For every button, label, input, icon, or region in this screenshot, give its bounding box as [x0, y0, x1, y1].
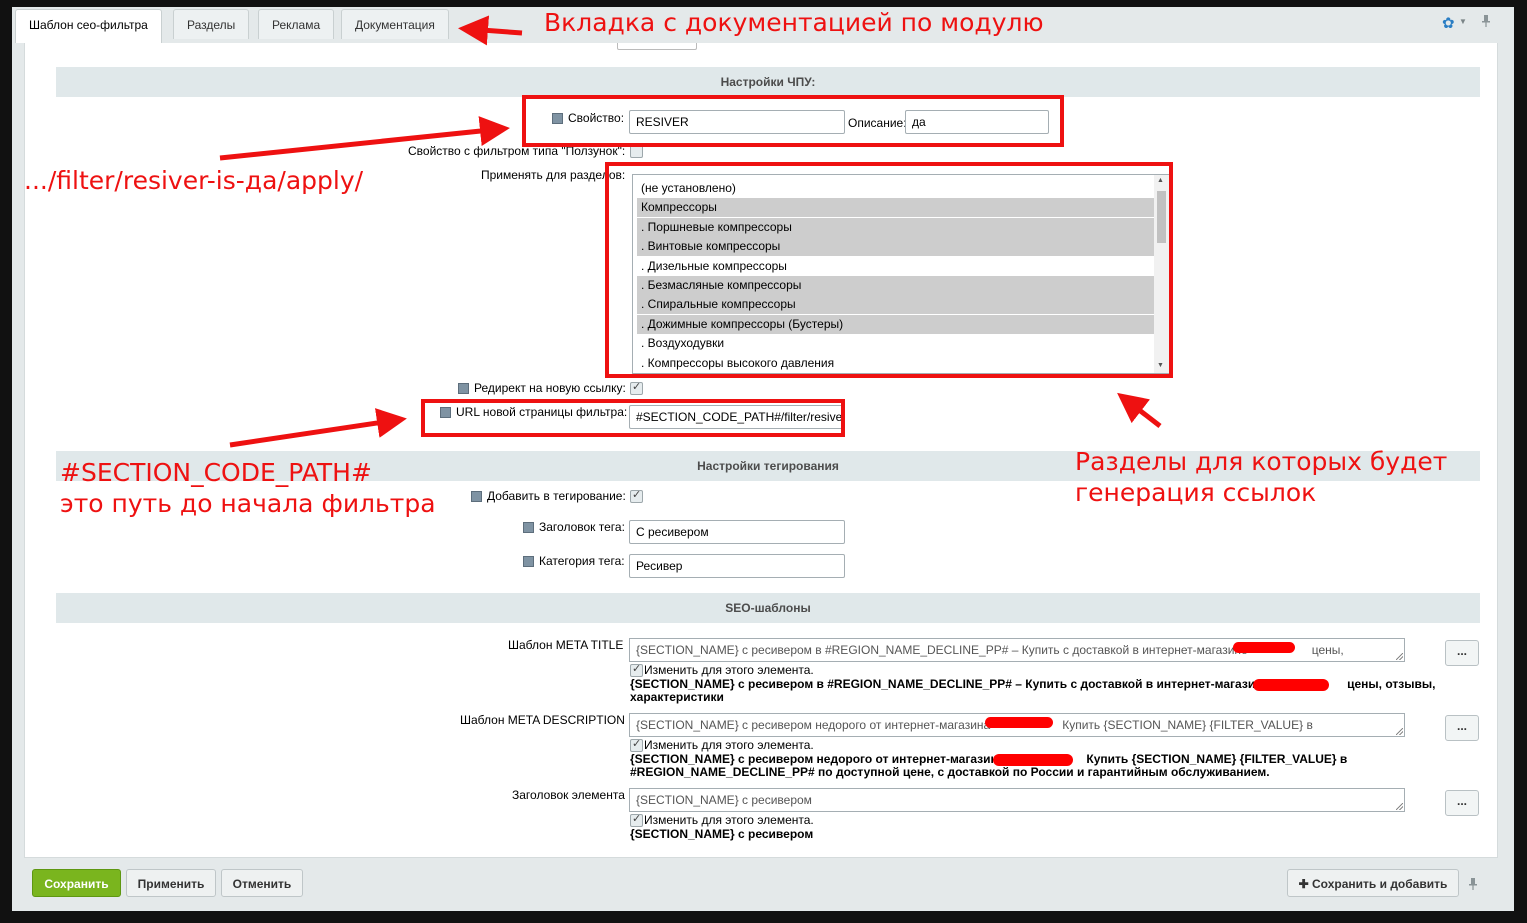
arrow-doc-tab [458, 15, 523, 46]
annotation-sections-1: Разделы для которых будет [1075, 447, 1448, 476]
annotation-doc-tab: Вкладка с документацией по модулю [544, 8, 1044, 37]
annotation-section-code-path-desc: это путь до начала фильтра [60, 489, 436, 518]
arrow-property [219, 116, 510, 161]
arrow-url [229, 408, 407, 448]
annotation-section-code-path: #SECTION_CODE_PATH# [60, 458, 372, 487]
annotation-filter-url: .../filter/resiver-is-да/apply/ [24, 166, 364, 195]
annotation-sections-2: генерация ссылок [1075, 478, 1317, 507]
arrow-sections [1117, 392, 1162, 428]
